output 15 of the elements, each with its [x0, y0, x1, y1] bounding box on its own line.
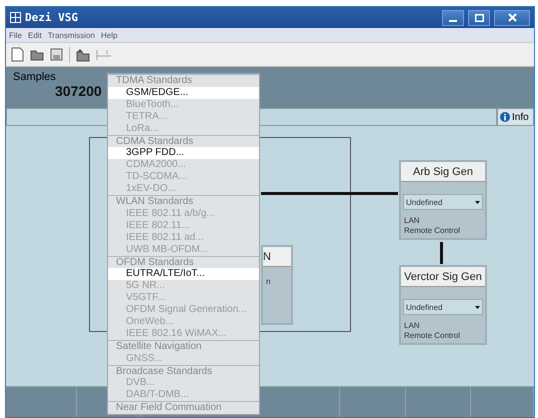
samples-value: 307200	[55, 83, 102, 99]
block-text: Remote Control	[403, 226, 462, 236]
samples-label: Samples	[13, 71, 56, 83]
menu-section-header: WLAN Standards	[108, 195, 259, 208]
block-title: Verctor Sig Gen	[401, 267, 485, 287]
block-title: Arb Sig Gen	[401, 162, 485, 182]
block-title: N	[263, 247, 291, 267]
block-text: LAN	[403, 216, 421, 226]
window-title: Dezi VSG	[25, 11, 79, 24]
block-text: LAN	[403, 321, 421, 331]
menu-section-header: Near Field Commuation	[108, 401, 259, 414]
block-text: n	[265, 277, 272, 287]
menu-section-header: Broadcase Standards	[108, 364, 259, 377]
menu-section-header: Satellite Navigation	[108, 340, 259, 352]
block-text: Remote Control	[403, 331, 462, 341]
